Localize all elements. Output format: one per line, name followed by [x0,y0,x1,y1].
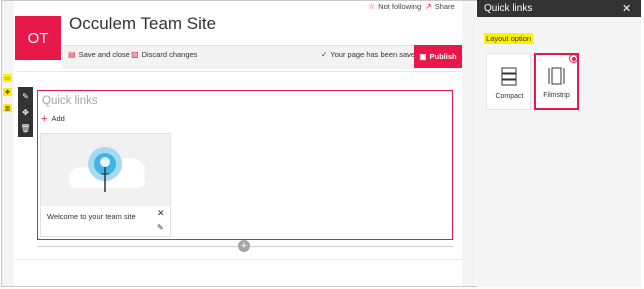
webpart-title[interactable]: Quick links [42,95,98,107]
discard-icon: ▧ [131,50,139,59]
share-icon: ↗ [425,2,432,11]
layout-option-label: Layout option [484,33,534,44]
site-logo-initials: OT [27,29,49,47]
site-title[interactable]: Occulem Team Site [69,14,216,34]
save-icon: ▤ [68,50,76,59]
delete-tool-icon[interactable]: ▥ [3,104,12,112]
compact-label: Compact [495,93,524,100]
follow-button[interactable]: ☆ Not following [368,2,421,11]
save-close-label: Save and close [78,50,130,59]
save-status-text: Your page has been saved [330,50,420,59]
discard-button[interactable]: ▧ Discard changes [131,50,197,59]
follow-label: Not following [378,2,422,11]
filmstrip-label: Filmstrip [543,92,570,99]
folder-tool-icon[interactable]: ▭ [3,74,12,82]
left-gutter [2,1,14,286]
close-icon[interactable]: ✕ [157,208,165,219]
property-pane-title: Quick links [484,3,533,14]
add-icon: + [41,112,48,125]
check-icon: ✓ [321,50,328,59]
card-edit-icon[interactable]: ✎ [157,223,164,232]
radio-selected-dot [571,56,576,61]
move-icon[interactable]: ✥ [18,105,33,119]
right-gutter [462,1,476,286]
add-link-button[interactable]: + Add [41,112,65,125]
layout-option-compact[interactable]: Compact [486,53,531,110]
compact-layout-icon [501,67,517,86]
delete-icon[interactable]: 🗑 [18,121,33,135]
publish-button[interactable]: ▣ Publish [414,45,462,68]
header-divider [15,71,462,72]
save-status: ✓ Your page has been saved [321,50,419,59]
share-button[interactable]: ↗ Share [425,2,455,11]
add-label: Add [51,114,65,123]
site-logo[interactable]: OT [15,16,61,60]
page-bottom-divider [15,259,462,260]
card-image [41,134,170,206]
lightbulb-icon [69,147,145,192]
move-tool-icon[interactable]: ✥ [3,88,12,96]
star-icon: ☆ [368,2,376,11]
card-title[interactable]: Welcome to your team site [47,212,136,221]
save-close-button[interactable]: ▤ Save and close [68,50,130,59]
share-label: Share [434,2,455,11]
publish-label: Publish [429,52,457,61]
panel-close-icon[interactable]: ✕ [622,2,631,15]
add-section-button[interactable]: + [238,240,250,252]
discard-label: Discard changes [141,50,198,59]
edit-icon[interactable]: ✎ [18,89,33,103]
publish-icon: ▣ [419,52,427,61]
